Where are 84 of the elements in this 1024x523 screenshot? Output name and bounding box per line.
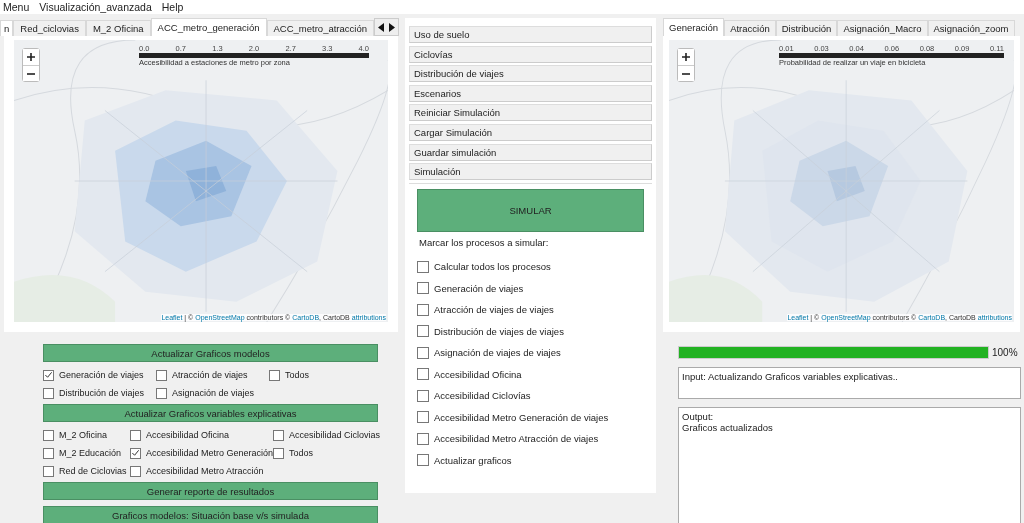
menu-item[interactable]: Visualización_avanzada: [39, 0, 152, 14]
accordion-header[interactable]: Ciclovías: [409, 45, 652, 63]
checkbox[interactable]: [43, 369, 54, 381]
checkbox-label: Accesibilidad Metro Generación: [146, 448, 274, 458]
accordion-header[interactable]: Simulación: [409, 163, 652, 181]
checkbox-label: Generación de viajes: [59, 370, 144, 380]
tab[interactable]: ACC_metro_generación: [150, 18, 267, 36]
action-button[interactable]: Generar reporte de resultados: [43, 482, 378, 500]
zoom-out-button[interactable]: [678, 65, 694, 81]
checkbox-label: Actualizar graficos: [434, 454, 512, 466]
checkbox[interactable]: [417, 346, 429, 359]
accordion-header[interactable]: Reiniciar Simulación: [409, 104, 652, 122]
checkbox[interactable]: [130, 429, 141, 441]
tab[interactable]: Red_ciclovias: [13, 20, 86, 36]
checkbox-label: Distribución de viajes: [59, 388, 145, 398]
checkbox-label: Accesibilidad Ciclovías: [434, 390, 531, 401]
checkbox[interactable]: [417, 260, 429, 273]
scroll-left-icon[interactable]: [378, 22, 385, 32]
tab[interactable]: Generación: [663, 18, 725, 36]
plus-icon: [682, 53, 690, 61]
checkbox-label: Accesibilidad Oficina: [146, 430, 230, 440]
checkbox[interactable]: [43, 387, 54, 399]
checkbox-label: Asignación de viajes de viajes: [434, 347, 561, 358]
checkbox-label: Accesibilidad Metro Atracción: [146, 466, 264, 476]
tab[interactable]: Asignación_zoom: [927, 20, 1015, 36]
accordion-header[interactable]: Escenarios: [409, 84, 652, 102]
checkbox-label: Generación de viajes: [434, 282, 524, 294]
accordion-header[interactable]: Guardar simulación: [409, 143, 652, 161]
minus-icon: [682, 72, 690, 75]
tab[interactable]: n: [0, 20, 14, 36]
tab[interactable]: Atracción: [724, 20, 776, 36]
checkbox[interactable]: [269, 369, 280, 381]
checkbox-label: Atracción de viajes: [172, 370, 248, 380]
plus-icon: [27, 53, 35, 61]
checkbox-label: Accesibilidad Ciclovias: [289, 430, 381, 440]
checkbox[interactable]: [43, 447, 54, 459]
checkbox[interactable]: [417, 303, 429, 316]
action-button[interactable]: Actualizar Graficos variables explicativas: [43, 404, 378, 422]
simulate-button[interactable]: SIMULAR: [417, 188, 644, 232]
tab[interactable]: Asignación_Macro: [837, 20, 928, 36]
checkbox[interactable]: [43, 465, 54, 477]
checkbox[interactable]: [273, 447, 284, 459]
input-log: Input: Actualizando Graficos variables explicativas..: [678, 367, 1021, 399]
action-button[interactable]: Graficos modelos: Situación base v/s simulada: [43, 506, 378, 523]
checkbox[interactable]: [130, 447, 141, 459]
checkbox-label: Atracción de viajes de viajes: [434, 304, 554, 315]
action-button[interactable]: Actualizar Graficos modelos: [43, 344, 378, 362]
output-log: Output: Graficos actualizados: [678, 407, 1021, 523]
checkbox-label: Asignación de viajes: [172, 388, 255, 398]
progress-reading: 100%: [992, 347, 1018, 358]
zoom-out-button[interactable]: [23, 65, 39, 81]
accordion-header[interactable]: Distribución de viajes: [409, 65, 652, 83]
tab[interactable]: M_2 Oficina: [85, 20, 151, 36]
checkbox[interactable]: [273, 429, 284, 441]
tab[interactable]: ACC_metro_atracción: [266, 20, 374, 36]
checkbox[interactable]: [417, 432, 429, 445]
scroll-right-icon[interactable]: [388, 22, 395, 32]
checkbox[interactable]: [130, 465, 141, 477]
checkbox[interactable]: [156, 369, 167, 381]
checkbox[interactable]: [417, 282, 429, 294]
checkbox[interactable]: [43, 429, 54, 441]
checkbox[interactable]: [417, 325, 429, 337]
checkbox-label: Red de Ciclovias: [59, 466, 127, 476]
checkbox-label: Calcular todos los procesos: [434, 261, 551, 272]
checkbox-label: M_2 Educación: [59, 448, 122, 458]
checkbox[interactable]: [417, 389, 429, 402]
accordion-header[interactable]: Cargar Simulación: [409, 123, 652, 141]
checkbox[interactable]: [156, 387, 167, 399]
checkbox[interactable]: [417, 454, 429, 466]
checkbox-label: Todos: [285, 370, 310, 380]
checkbox[interactable]: [417, 411, 429, 423]
menu-item[interactable]: Help: [161, 0, 184, 14]
instruction-text: Marcar los procesos a simular:: [419, 236, 550, 248]
checkbox-label: Todos: [289, 448, 314, 458]
checkbox-label: Distribución de viajes de viajes: [434, 325, 564, 337]
accordion-header[interactable]: Uso de suelo: [409, 26, 652, 43]
checkbox-label: Accesibilidad Metro Generación de viajes: [434, 411, 609, 423]
checkbox[interactable]: [417, 368, 429, 380]
tab[interactable]: Distribución: [775, 20, 838, 36]
checkbox-label: Accesibilidad Metro Atracción de viajes: [434, 433, 599, 444]
checkbox-label: M_2 Oficina: [59, 430, 108, 440]
minus-icon: [27, 72, 35, 75]
checkbox-label: Accesibilidad Oficina: [434, 368, 522, 380]
menu-item[interactable]: Menu: [3, 0, 30, 14]
